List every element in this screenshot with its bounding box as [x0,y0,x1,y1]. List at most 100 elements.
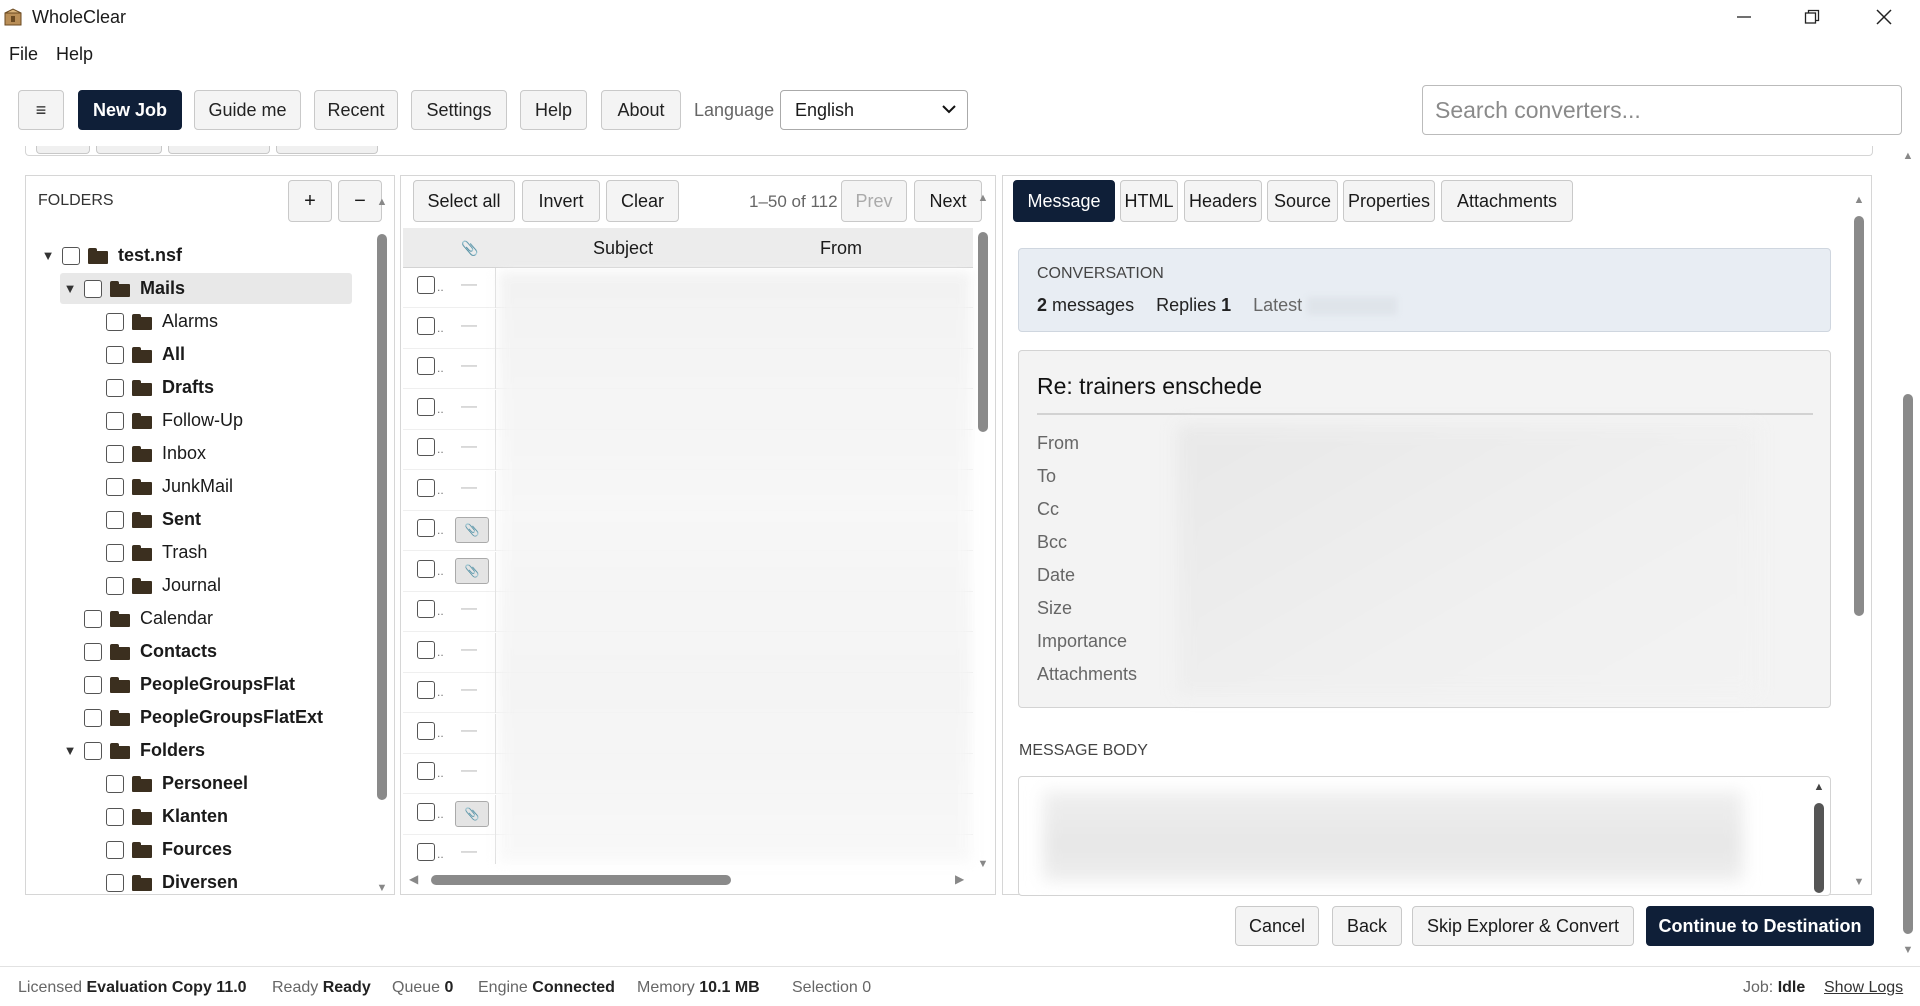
row-checkbox[interactable] [417,519,435,537]
scroll-up-icon[interactable]: ▲ [376,196,388,208]
language-select[interactable]: English [780,90,968,130]
expand-arrow-icon[interactable]: ▼ [38,248,58,263]
folder-tree-item[interactable]: Klanten [82,801,228,832]
tab-html[interactable]: HTML [1120,180,1178,222]
folder-checkbox[interactable] [106,807,124,826]
search-input[interactable]: Search converters... [1422,85,1902,135]
folder-checkbox[interactable] [106,510,124,529]
scroll-down-icon[interactable]: ▼ [977,858,989,870]
clear-button[interactable]: Clear [606,180,679,222]
restore-button[interactable] [1782,0,1842,34]
row-checkbox[interactable] [417,316,435,335]
scroll-left-icon[interactable]: ◀ [409,872,418,886]
folder-checkbox[interactable] [106,576,124,595]
help-button[interactable]: Help [520,90,587,130]
scroll-up-icon[interactable]: ▲ [1853,194,1865,206]
folder-checkbox[interactable] [84,741,102,760]
attachment-column-icon[interactable]: 📎 [461,240,478,257]
guide-me-button[interactable]: Guide me [194,90,301,130]
preview-scrollbar[interactable]: ▲ ▼ [1853,194,1865,892]
folder-checkbox[interactable] [84,642,102,661]
folder-checkbox[interactable] [106,543,124,562]
expand-arrow-icon[interactable]: ▼ [60,743,80,758]
tab-attachments[interactable]: Attachments [1441,180,1573,222]
folder-tree-item[interactable]: Journal [82,570,221,601]
scroll-thumb[interactable] [978,232,988,432]
folder-checkbox[interactable] [84,675,102,694]
body-scrollbar[interactable]: ▲ [1813,781,1825,893]
prev-page-button[interactable]: Prev [841,180,907,222]
menu-file[interactable]: File [0,40,47,68]
show-logs-link[interactable]: Show Logs [1824,979,1903,997]
row-checkbox[interactable] [417,438,435,456]
row-checkbox[interactable] [417,762,435,780]
settings-button[interactable]: Settings [411,90,507,130]
scroll-thumb[interactable] [1854,216,1864,616]
tab-headers[interactable]: Headers [1184,180,1262,222]
folder-tree-item[interactable]: Alarms [82,306,218,337]
folder-tree-item[interactable]: PeopleGroupsFlatExt [60,702,323,733]
folder-checkbox[interactable] [106,873,124,892]
hamburger-menu-button[interactable]: ≡ [18,90,64,130]
folder-checkbox[interactable] [106,411,124,430]
folder-checkbox[interactable] [84,279,102,298]
hidden-tab[interactable] [36,146,90,154]
recent-button[interactable]: Recent [314,90,398,130]
row-checkbox[interactable] [417,397,435,416]
subject-column-header[interactable]: Subject [593,238,653,259]
scroll-up-icon[interactable]: ▲ [1902,150,1914,162]
row-checkbox[interactable] [417,721,435,740]
folder-tree-item[interactable]: Calendar [60,603,213,634]
hidden-tab[interactable] [96,146,162,154]
list-horizontal-scrollbar[interactable]: ◀ ▶ [403,868,973,892]
from-column-header[interactable]: From [820,238,862,259]
row-checkbox[interactable] [417,802,435,821]
folder-tree-item[interactable]: ▼ Mails [60,273,352,304]
row-checkbox[interactable] [417,276,435,294]
folder-checkbox[interactable] [106,312,124,331]
tab-message[interactable]: Message [1013,180,1115,222]
back-button[interactable]: Back [1332,906,1402,946]
folder-tree-item[interactable]: JunkMail [82,471,233,502]
tab-source[interactable]: Source [1267,180,1338,222]
folder-checkbox[interactable] [84,609,102,628]
folder-checkbox[interactable] [106,477,124,496]
window-scrollbar[interactable]: ▲ ▼ [1902,150,1916,960]
scroll-up-icon[interactable]: ▲ [977,192,989,204]
scroll-down-icon[interactable]: ▼ [1902,944,1914,956]
row-checkbox[interactable] [417,478,435,497]
scroll-thumb[interactable] [377,234,387,800]
folder-tree-item[interactable]: PeopleGroupsFlat [60,669,295,700]
folder-checkbox[interactable] [106,345,124,364]
scroll-thumb[interactable] [431,875,731,885]
row-checkbox[interactable] [417,600,435,618]
folder-tree-item[interactable]: ▼ Folders [60,735,205,766]
invert-button[interactable]: Invert [522,180,600,222]
folder-tree-item[interactable]: All [82,339,185,370]
folder-tree-item[interactable]: Drafts [82,372,214,403]
close-button[interactable] [1854,0,1914,34]
skip-explorer-convert-button[interactable]: Skip Explorer & Convert [1412,906,1634,946]
row-checkbox[interactable] [417,843,435,861]
scroll-right-icon[interactable]: ▶ [955,872,964,886]
folder-tree-item[interactable]: Fources [82,834,232,865]
continue-to-destination-button[interactable]: Continue to Destination [1646,906,1874,946]
select-all-button[interactable]: Select all [413,180,515,222]
cancel-button[interactable]: Cancel [1235,906,1319,946]
hidden-tab[interactable] [276,146,378,154]
minimize-button[interactable] [1714,0,1774,34]
folder-checkbox[interactable] [106,840,124,859]
next-page-button[interactable]: Next [914,180,982,222]
scroll-down-icon[interactable]: ▼ [376,882,388,894]
tab-properties[interactable]: Properties [1343,180,1435,222]
folder-checkbox[interactable] [62,246,80,265]
row-checkbox[interactable] [417,559,435,578]
menu-help[interactable]: Help [47,40,102,68]
scroll-down-icon[interactable]: ▼ [1853,876,1865,888]
row-checkbox[interactable] [417,640,435,659]
scroll-thumb[interactable] [1814,803,1824,893]
folder-tree-item[interactable]: ▼ test.nsf [38,240,182,271]
about-button[interactable]: About [601,90,681,130]
scroll-up-icon[interactable]: ▲ [1813,781,1825,793]
add-folder-button[interactable]: + [288,180,332,222]
